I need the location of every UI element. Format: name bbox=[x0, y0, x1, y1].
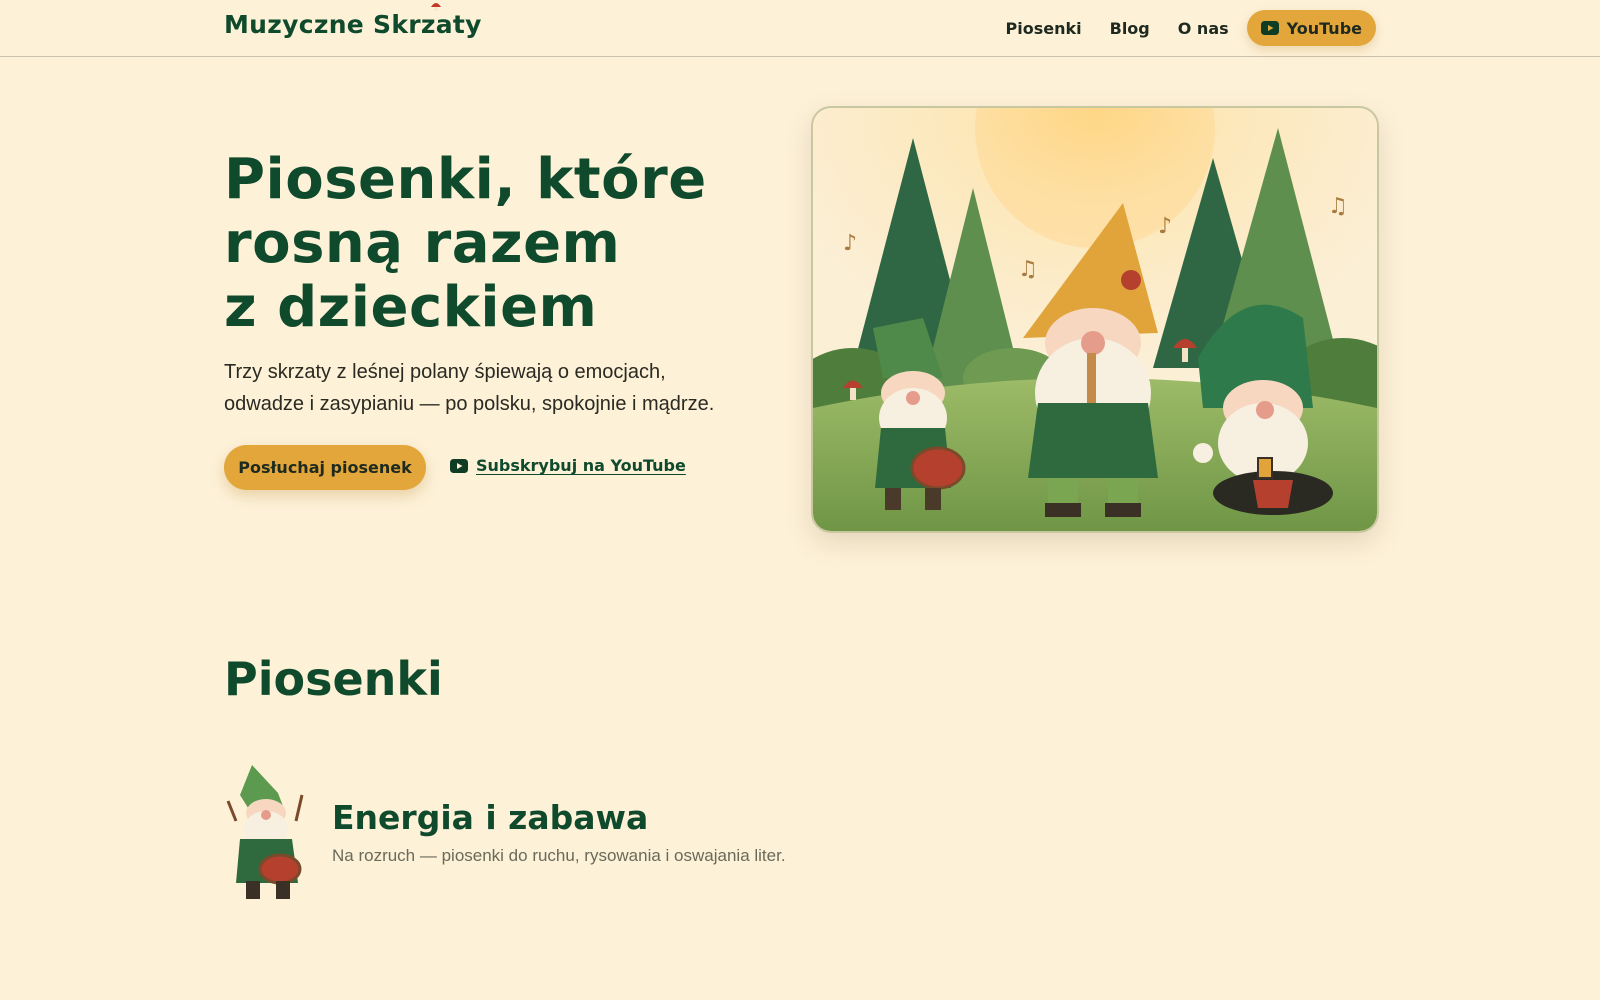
youtube-button-label: YouTube bbox=[1286, 18, 1362, 38]
three-gnomes-forest-illustration: ♪ ♫ ♪ ♫ bbox=[811, 106, 1379, 533]
hero-title-line: Piosenki, które bbox=[224, 147, 707, 212]
nav-link-o-nas[interactable]: O nas bbox=[1178, 19, 1229, 38]
category-description: Na rozruch — piosenki do ruchu, rysowani… bbox=[332, 846, 786, 865]
youtube-button[interactable]: YouTube bbox=[1246, 10, 1376, 46]
main-nav: Piosenki Blog O nas YouTube bbox=[1006, 10, 1376, 46]
subscribe-youtube-link[interactable]: Subskrybuj na YouTube bbox=[450, 456, 686, 475]
mushroom-icon bbox=[431, 3, 441, 11]
hero-illustration-svg: ♪ ♫ ♪ ♫ bbox=[813, 108, 1377, 531]
hero-title-line: rosną razem bbox=[224, 211, 621, 276]
hero-subtitle-line: Trzy skrzaty z leśnej polany śpiewają o … bbox=[224, 361, 666, 383]
category-title: Energia i zabawa bbox=[332, 798, 649, 837]
site-logo[interactable]: Muzyczne Skrzaty bbox=[224, 10, 482, 39]
subscribe-youtube-label: Subskrybuj na YouTube bbox=[476, 456, 686, 475]
songs-section-title: Piosenki bbox=[224, 652, 443, 706]
youtube-icon bbox=[1260, 21, 1279, 35]
hero-title-line: z dzieckiem bbox=[224, 275, 598, 340]
svg-text:♪: ♪ bbox=[843, 231, 857, 256]
nav-link-blog[interactable]: Blog bbox=[1110, 19, 1150, 38]
hero-title: Piosenki, które rosną razem z dzieckiem bbox=[224, 148, 784, 340]
svg-text:♫: ♫ bbox=[1018, 257, 1038, 282]
drummer-gnome-icon bbox=[226, 765, 304, 899]
youtube-icon bbox=[450, 458, 468, 473]
svg-text:♫: ♫ bbox=[1328, 194, 1348, 219]
hero-subtitle-line: odwadze i zasypianiu — po polsku, spokoj… bbox=[224, 393, 715, 415]
svg-text:♪: ♪ bbox=[1158, 214, 1172, 239]
site-header: Muzyczne Skrzaty Piosenki Blog O nas You… bbox=[0, 0, 1600, 57]
listen-songs-button[interactable]: Posłuchaj piosenek bbox=[224, 445, 426, 490]
hero-subtitle: Trzy skrzaty z leśnej polany śpiewają o … bbox=[224, 356, 764, 420]
nav-link-piosenki[interactable]: Piosenki bbox=[1006, 19, 1082, 38]
